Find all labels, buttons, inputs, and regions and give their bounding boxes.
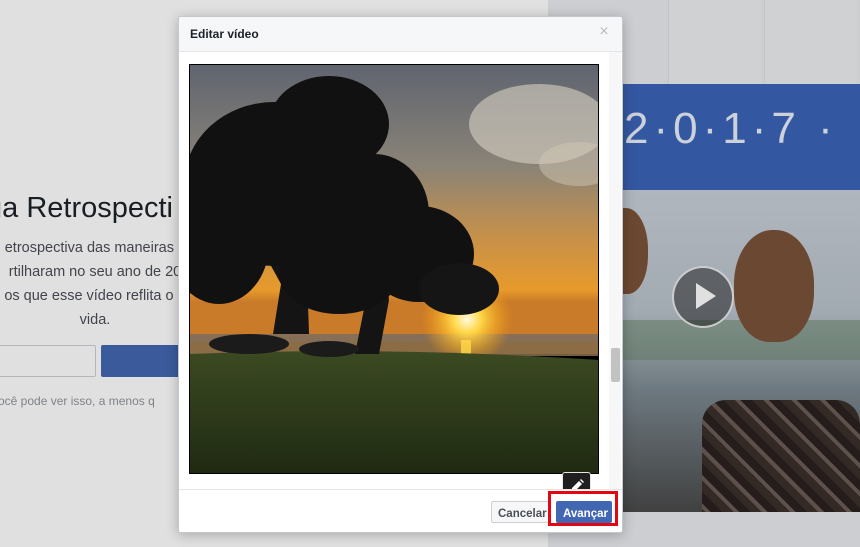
next-button-highlight-box (548, 491, 618, 526)
dialog-scrollbar-track[interactable] (609, 52, 621, 489)
dialog-header: Editar vídeo × (179, 17, 622, 52)
dialog-title: Editar vídeo (190, 27, 259, 41)
dialog-scrollbar-thumb[interactable] (611, 348, 620, 382)
dialog-body (179, 52, 622, 501)
close-icon[interactable]: × (596, 24, 612, 40)
sunset-tree-image (189, 64, 599, 474)
cancel-button[interactable]: Cancelar (491, 501, 549, 523)
edit-video-dialog: Editar vídeo × Cancelar Avançar (178, 16, 623, 533)
video-thumbnail (189, 64, 599, 474)
